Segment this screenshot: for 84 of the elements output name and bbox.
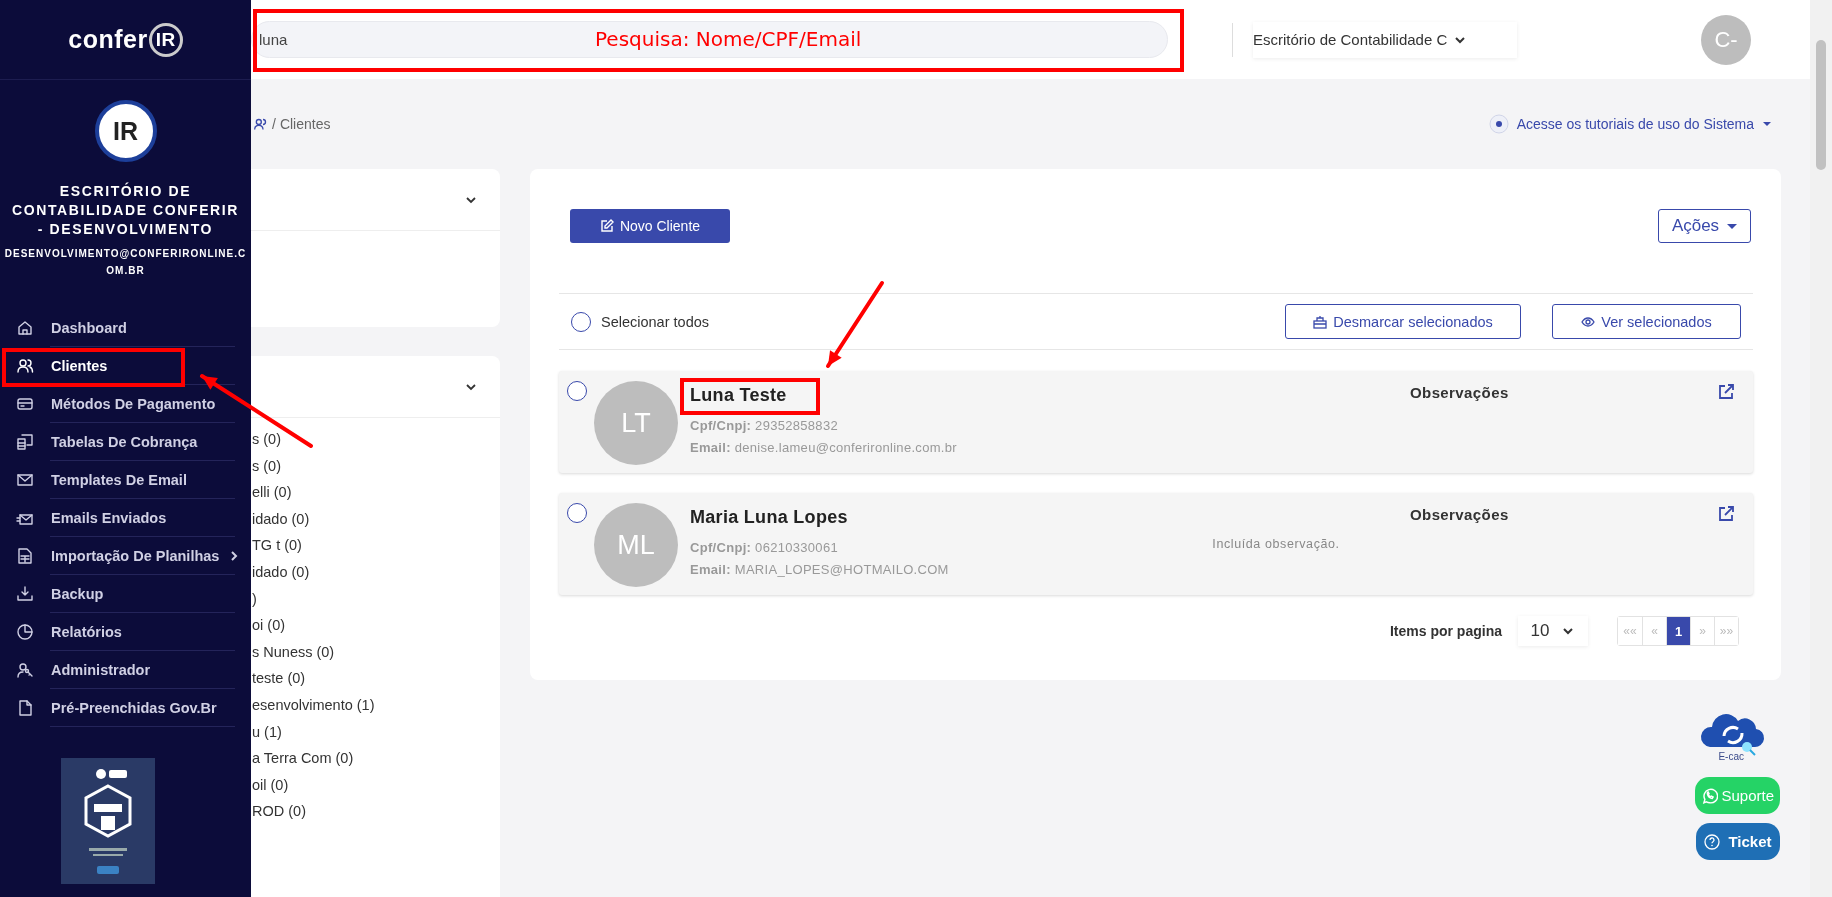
filter-item[interactable]: ) (252, 585, 500, 613)
external-link-icon[interactable] (1717, 383, 1735, 401)
client-avatar: LT (594, 381, 678, 465)
filter-item[interactable]: esenvolvimento (1) (252, 691, 500, 719)
client-card[interactable]: LT Luna Teste Cpf/Cnpj: 29352858832 Email: denise.lameu@conferironline.com.br Observações (559, 371, 1753, 473)
scrollbar-thumb[interactable] (1816, 40, 1826, 170)
menu-item[interactable]: Importação De Planilhas (14, 542, 222, 570)
spreadsheet-icon (16, 547, 34, 565)
radio-dot-icon (1488, 114, 1509, 134)
tutorials-link[interactable]: Acesse os tutoriais de uso do Sistema (1488, 114, 1772, 134)
caret-icon (1727, 221, 1738, 231)
table-icon (16, 433, 34, 451)
filter-item[interactable]: s Nuness (0) (252, 638, 500, 666)
page-button[interactable]: 1 (1666, 617, 1690, 645)
client-email: Email: MARIA_LOPES@HOTMAILO.COM (690, 561, 950, 579)
edit-icon (599, 219, 614, 233)
filter-item[interactable]: idado (0) (252, 505, 500, 533)
caret-icon (1762, 119, 1772, 129)
download-icon (16, 585, 34, 603)
menu-item[interactable]: Emails Enviados (14, 504, 169, 532)
card-icon (16, 395, 34, 413)
filter-item[interactable]: s (0) (252, 426, 500, 453)
menu-item[interactable]: Clientes (14, 352, 110, 380)
filter-item[interactable]: TG t (0) (252, 532, 500, 559)
filter-item[interactable]: ROD (0) (252, 798, 500, 825)
filter-item[interactable]: teste (0) (252, 665, 500, 692)
filter-item[interactable]: oi (0) (252, 612, 500, 639)
menu-item[interactable]: Relatórios (14, 618, 124, 646)
filter-item[interactable]: elli (0) (252, 479, 500, 506)
new-client-button[interactable]: Novo Cliente (570, 209, 730, 243)
client-document: Cpf/Cnpj: 06210330061 (690, 539, 839, 557)
breadcrumb-current: Clientes (279, 116, 331, 132)
ticket-button[interactable]: Ticket (1696, 823, 1780, 860)
menu-item[interactable]: Administrador (14, 656, 153, 684)
menu-item[interactable]: Métodos De Pagamento (14, 390, 218, 418)
help-icon (1704, 833, 1721, 850)
user-key-icon (16, 661, 34, 679)
app-logo: confer IR (68, 22, 183, 57)
page-size-select[interactable]: 10 (1518, 616, 1588, 646)
notes-title: Observações (1410, 384, 1509, 401)
external-link-icon[interactable] (1717, 505, 1735, 523)
client-name[interactable]: Maria Luna Lopes (690, 507, 1186, 528)
client-email: Email: denise.lameu@conferironline.com.br (690, 439, 958, 457)
filter-item[interactable]: a Terra Com (0) (252, 745, 500, 772)
client-avatar: ML (594, 503, 678, 587)
eye-icon (1581, 314, 1596, 329)
client-name[interactable]: Luna Teste (690, 385, 1186, 406)
actions-button[interactable]: Ações (1658, 209, 1751, 243)
filter-item[interactable]: s (0) (252, 452, 500, 480)
office-dropdown[interactable]: Escritório de Contabilidade C (1253, 21, 1517, 58)
notes-title: Observações (1410, 506, 1509, 523)
company-email: DESENVOLVIMENTO@CONFERIRONLINE.COM.BR (3, 247, 248, 278)
mail-icon (16, 471, 34, 489)
company-name: ESCRITÓRIO DE CONTABILIDADE CONFERIR - DESENVOLVIMENTO (10, 182, 240, 239)
client-document: Cpf/Cnpj: 29352858832 (690, 417, 839, 435)
view-selected-button[interactable]: Ver selecionados (1552, 304, 1741, 339)
menu-item[interactable]: Tabelas De Cobrança (14, 428, 200, 456)
client-checkbox[interactable] (567, 381, 587, 401)
filter-item[interactable]: idado (0) (252, 558, 500, 586)
breadcrumb-separator: / (272, 116, 276, 132)
pie-chart-icon (16, 623, 34, 641)
menu-item[interactable]: Templates De Email (14, 466, 189, 494)
whatsapp-icon (1701, 786, 1719, 805)
filter-item[interactable]: oil (0) (252, 771, 500, 799)
annotation-label: Pesquisa: Nome/CPF/Email (595, 27, 862, 51)
document-icon (16, 699, 34, 717)
client-card[interactable]: ML Maria Luna Lopes Cpf/Cnpj: 06210330061 Email: MARIA_LOPES@HOTMAILO.COM Incluída observação. Observações (559, 493, 1753, 595)
client-note: Incluída observação. (1212, 537, 1340, 551)
select-all-label: Selecionar todos (601, 313, 709, 330)
home-icon (16, 319, 34, 337)
certification-seal-icon (61, 758, 155, 884)
select-all-checkbox[interactable] (571, 311, 591, 332)
menu-item[interactable]: Backup (14, 580, 106, 608)
filter-item[interactable]: u (1) (252, 718, 500, 746)
users-icon[interactable] (253, 116, 268, 132)
ecac-label: E-cac (1718, 751, 1744, 762)
page-size-label: Items por pagina (1389, 623, 1502, 639)
client-checkbox[interactable] (567, 503, 587, 523)
unselect-button[interactable]: Desmarcar selecionados (1285, 304, 1521, 339)
basket-icon (1313, 314, 1328, 329)
menu-item[interactable]: Dashboard (14, 314, 129, 342)
menu-item[interactable]: Pré-Preenchidas Gov.Br (14, 694, 219, 722)
users-icon (16, 357, 34, 375)
profile-logo: IR (94, 100, 157, 162)
